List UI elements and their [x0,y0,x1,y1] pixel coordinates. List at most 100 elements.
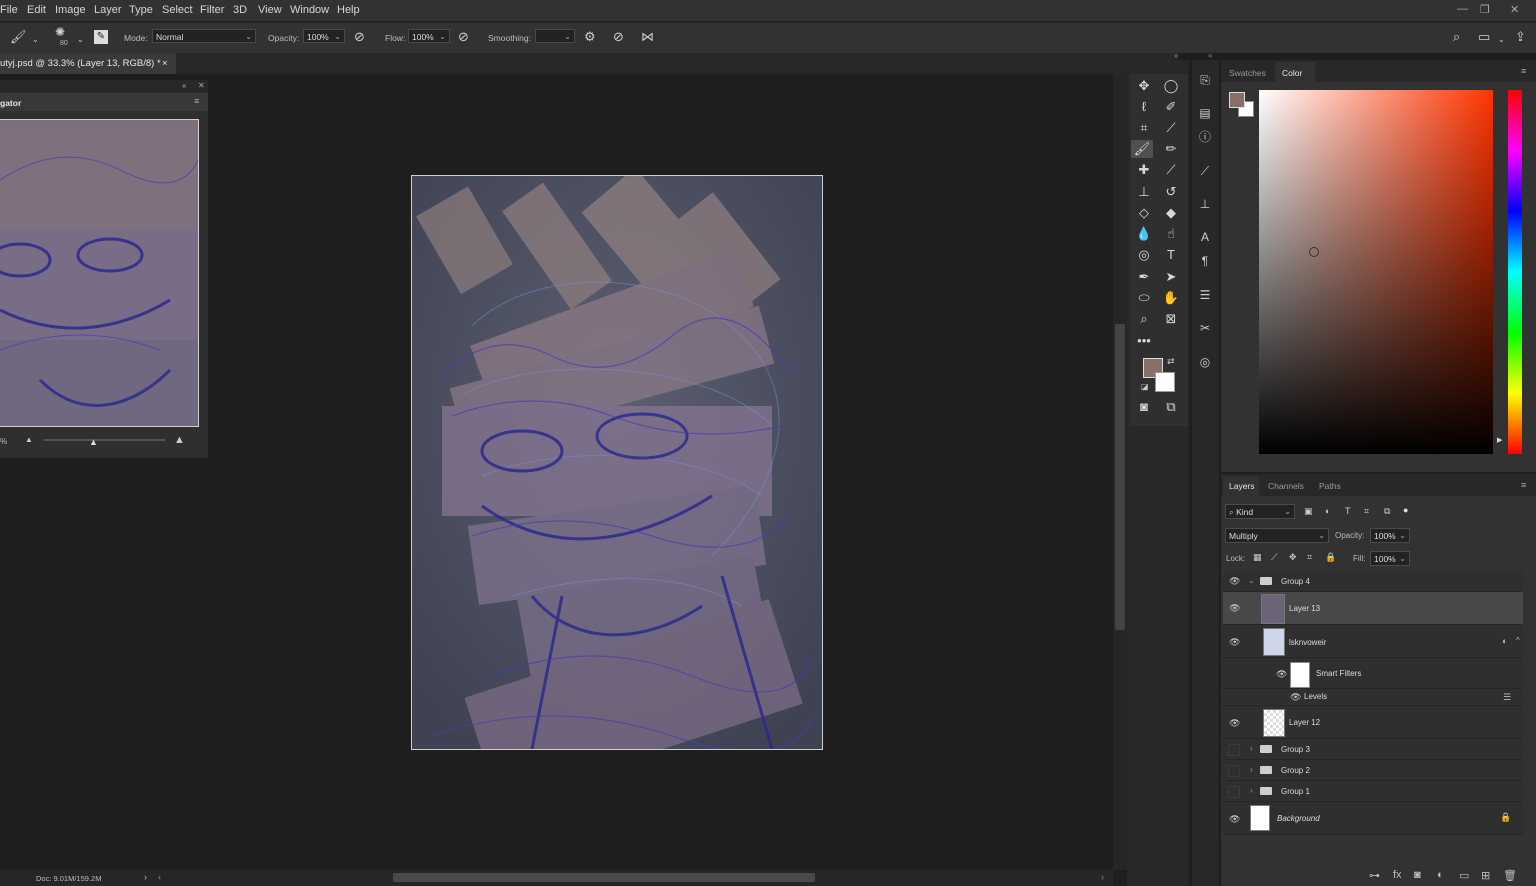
layer-row-smart-filters[interactable] [1223,658,1523,689]
scroll-left-icon[interactable]: ‹ [158,872,161,882]
hue-slider[interactable] [1508,90,1522,454]
document-canvas[interactable] [411,175,823,750]
filter-adjustment-icon[interactable]: ◐ [1325,506,1330,516]
pressure-opacity-icon[interactable]: ⊘ [354,30,365,44]
symmetry-icon[interactable]: ⋈ [641,30,654,44]
filter-type-icon[interactable]: T [1345,506,1351,516]
delete-layer-icon[interactable]: 🗑 [1503,869,1517,882]
tab-color[interactable]: Color [1282,68,1302,78]
search-icon[interactable]: ⌕ [1453,30,1460,44]
navigator-tab[interactable]: gator ≡ [0,93,208,111]
filter-smart-object-icon[interactable]: ⧉ [1384,506,1390,517]
collapse-toolbox-icon[interactable]: » [1174,51,1178,60]
layer-row-levels[interactable] [1223,689,1523,706]
flow-field[interactable]: 100% ⌄ [408,29,450,43]
lock-pixels-icon[interactable]: ⟋ [1271,552,1277,563]
menu-select[interactable]: Select [162,4,193,16]
type-tool-icon[interactable]: T [1160,246,1182,264]
expand-panels-icon[interactable]: « [1208,51,1212,60]
layer-name-group4[interactable]: Group 4 [1281,577,1310,586]
menu-edit[interactable]: Edit [27,4,46,16]
layer-opacity-field[interactable]: 100% ⌄ [1370,528,1410,543]
horizontal-scroll-thumb[interactable] [393,873,815,882]
filter-options-icon[interactable]: ☰ [1503,692,1511,703]
default-colors-icon[interactable]: ◪ [1141,382,1149,391]
panel-menu-icon[interactable]: ≡ [194,96,199,106]
properties-panel-icon[interactable]: ▤ [1196,104,1214,122]
clone-source-icon[interactable]: ⊥ [1196,195,1214,213]
visibility-toggle-off[interactable] [1228,744,1240,756]
document-tab[interactable]: utyj.psd @ 33.3% (Layer 13, RGB/8) * × [0,53,176,74]
character-panel-icon[interactable]: A [1196,228,1214,246]
status-chevron-icon[interactable]: › [144,872,147,882]
collapse-filters-icon[interactable]: ^ [1516,636,1520,645]
close-window-icon[interactable]: ✕ [1510,3,1519,16]
layer-name-layer13[interactable]: Layer 13 [1289,604,1320,613]
airbrush-icon[interactable]: ⊘ [458,30,469,44]
fill-field[interactable]: 100% ⌄ [1370,551,1410,566]
group-collapsed-chevron-icon[interactable]: › [1250,744,1253,753]
filter-name-levels[interactable]: Levels [1304,692,1327,701]
tools-panel-icon[interactable]: ✂ [1196,319,1214,337]
libraries-icon[interactable]: ◎ [1196,353,1214,371]
visibility-eye-icon[interactable]: 👁 [1229,814,1240,825]
visibility-toggle-off[interactable] [1228,765,1240,777]
menu-filter[interactable]: Filter [200,4,224,16]
swap-colors-icon[interactable]: ⇄ [1167,356,1175,367]
collapse-icon[interactable]: « [182,81,186,90]
lock-position-icon[interactable]: ✥ [1289,552,1297,563]
zoom-slider-handle[interactable]: ▲ [89,437,98,447]
tool-preset-chevron-icon[interactable]: ⌄ [32,33,39,47]
brush-settings-icon[interactable]: ✎ [94,30,108,44]
menu-file[interactable]: File [0,4,18,16]
close-panel-icon[interactable]: ✕ [198,81,205,90]
adjustment-layer-icon[interactable]: ◐ [1437,869,1444,881]
eyedropper-icon[interactable]: ⟋ [1160,119,1182,137]
visibility-eye-icon[interactable]: 👁 [1229,718,1240,729]
layer-name-background[interactable]: Background [1277,814,1320,823]
frame-tool-icon[interactable]: ⊠ [1160,310,1182,328]
visibility-eye-icon[interactable]: 👁 [1290,692,1301,703]
zoom-in-icon[interactable]: ▲ [174,434,185,446]
filter-pixel-icon[interactable]: ▣ [1304,506,1313,517]
group-expanded-chevron-icon[interactable]: ⌄ [1248,576,1255,585]
menu-image[interactable]: Image [55,4,86,16]
tab-channels[interactable]: Channels [1268,481,1304,491]
eraser-tool-icon[interactable]: ◇ [1133,204,1155,222]
screen-mode-icon[interactable]: ⧉ [1160,398,1182,416]
layer-name-group2[interactable]: Group 2 [1281,766,1310,775]
menu-window[interactable]: Window [290,4,329,16]
pencil-tool-icon[interactable]: ✏ [1160,140,1182,158]
pressure-size-icon[interactable]: ⊘ [613,30,624,44]
more-tools-icon[interactable]: ••• [1133,332,1155,350]
mode-dropdown[interactable]: Normal ⌄ [152,29,256,43]
smudge-tool-icon[interactable]: ☝ [1160,225,1182,243]
group-collapsed-chevron-icon[interactable]: › [1250,786,1253,795]
menu-help[interactable]: Help [337,4,360,16]
navigator-zoom-value[interactable]: % [0,437,7,446]
history-brush-icon[interactable]: ↺ [1160,183,1182,201]
lasso-tool-icon[interactable]: ℓ [1133,98,1155,116]
navigator-preview[interactable] [0,119,199,427]
marquee-tool-icon[interactable]: ◯ [1160,77,1182,95]
color-panel-foreground-swatch[interactable] [1229,92,1245,108]
zoom-tool-icon[interactable]: ⌕ [1133,310,1155,328]
tab-swatches[interactable]: Swatches [1229,68,1266,78]
menu-view[interactable]: View [258,4,282,16]
layer-name-group1[interactable]: Group 1 [1281,787,1310,796]
menu-type[interactable]: Type [129,4,153,16]
visibility-toggle-off[interactable] [1228,786,1240,798]
workspace-icon[interactable]: ▭ [1478,30,1490,44]
visibility-eye-icon[interactable]: 👁 [1229,576,1240,587]
menu-layer[interactable]: Layer [94,4,122,16]
move-tool-icon[interactable]: ✥ [1133,77,1155,95]
visibility-eye-icon[interactable]: 👁 [1229,637,1240,648]
quick-select-icon[interactable]: ✐ [1160,98,1182,116]
panel-menu-icon[interactable]: ≡ [1521,66,1526,76]
close-tab-icon[interactable]: × [162,58,168,69]
workspace-chevron-icon[interactable]: ⌄ [1498,33,1505,47]
info-icon[interactable]: ⓘ [1196,128,1214,146]
vertical-scroll-thumb[interactable] [1115,324,1125,630]
ellipse-tool-icon[interactable]: ⬭ [1133,289,1155,307]
smart-filters-label[interactable]: Smart Filters [1316,669,1361,678]
